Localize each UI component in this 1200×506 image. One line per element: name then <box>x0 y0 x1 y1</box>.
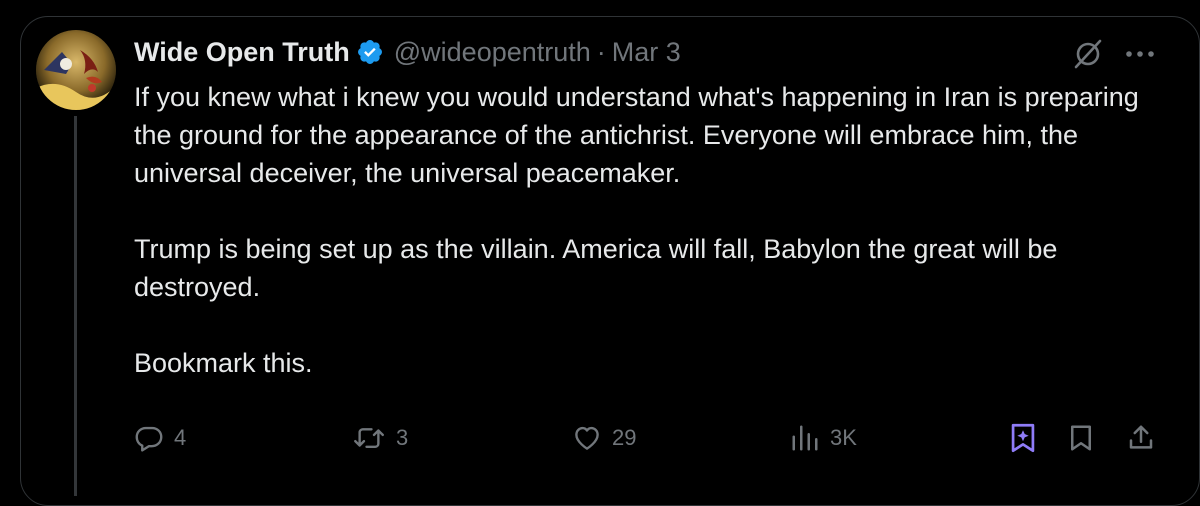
tweet-paragraph: If you knew what i knew you would unders… <box>134 82 1139 188</box>
views-button[interactable]: 3K <box>790 418 857 458</box>
tweet-paragraph: Bookmark this. <box>134 348 313 378</box>
reply-count: 4 <box>174 425 187 450</box>
avatar[interactable] <box>36 30 116 110</box>
grok-explain-button[interactable] <box>1006 418 1040 458</box>
repost-icon <box>352 423 386 453</box>
tweet-paragraph: Trump is being set up as the villain. Am… <box>134 234 1058 302</box>
reply-icon <box>134 423 164 453</box>
author-handle[interactable]: @wideopentruth <box>394 37 591 68</box>
repost-button[interactable]: 3 <box>352 418 408 458</box>
reply-button[interactable]: 4 <box>134 418 186 458</box>
verified-badge-icon[interactable] <box>356 38 384 66</box>
like-count: 29 <box>612 425 637 450</box>
like-icon <box>572 423 602 453</box>
separator-dot: · <box>596 36 606 67</box>
tweet-text: If you knew what i knew you would unders… <box>134 78 1164 382</box>
grok-icon[interactable] <box>1066 32 1110 76</box>
views-icon <box>790 423 820 453</box>
bookmark-icon <box>1066 423 1096 453</box>
author-name[interactable]: Wide Open Truth <box>134 37 350 68</box>
share-icon <box>1126 423 1156 453</box>
action-bar: 4 3 29 3K <box>0 418 1200 458</box>
tweet-header: Wide Open Truth @wideopentruth · Mar 3 <box>134 30 681 74</box>
tweet-date[interactable]: Mar 3 <box>612 37 681 68</box>
grok-explain-icon <box>1006 421 1040 455</box>
views-count: 3K <box>830 425 857 450</box>
more-icon[interactable] <box>1118 32 1162 76</box>
repost-count: 3 <box>396 425 409 450</box>
like-button[interactable]: 29 <box>572 418 636 458</box>
share-button[interactable] <box>1126 418 1156 458</box>
bookmark-button[interactable] <box>1066 418 1096 458</box>
